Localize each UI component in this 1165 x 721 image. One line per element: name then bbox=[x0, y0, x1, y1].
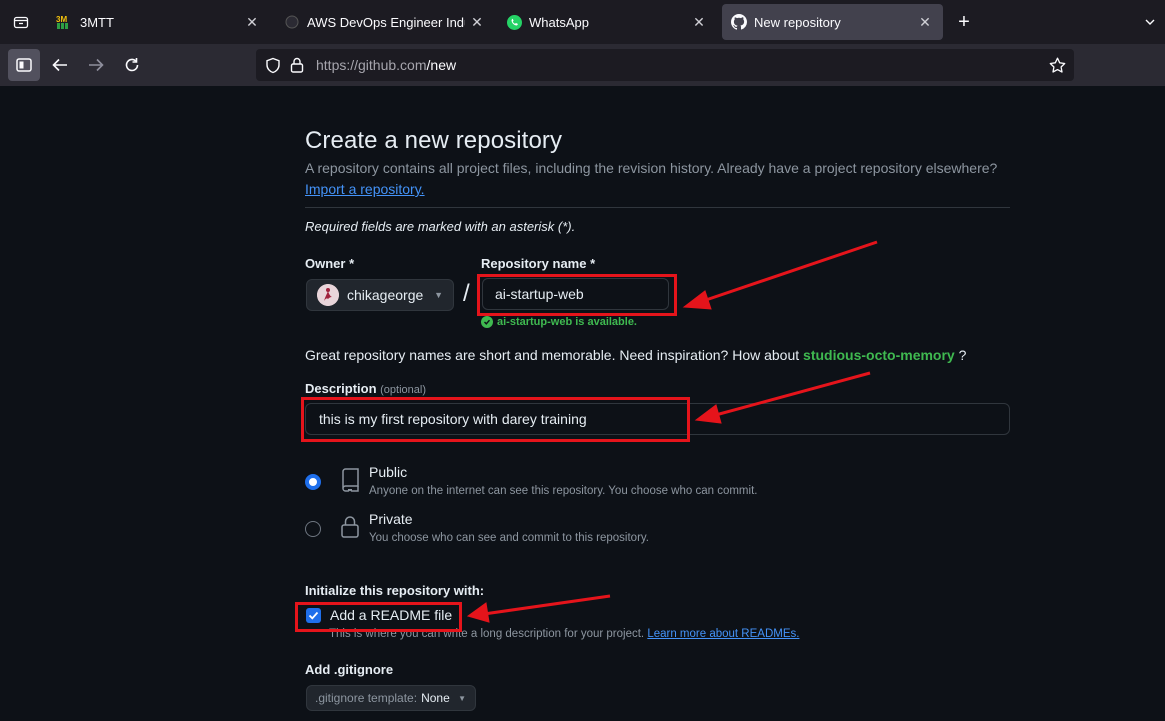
gitignore-prefix: .gitignore template: bbox=[315, 691, 418, 705]
forward-button[interactable] bbox=[80, 49, 112, 81]
3mtt-favicon-icon: 3M bbox=[56, 13, 74, 31]
divider bbox=[305, 207, 1010, 208]
availability-text: ai-startup-web is available. bbox=[497, 316, 637, 328]
visibility-private-option[interactable]: Private You choose who can see and commi… bbox=[305, 511, 649, 544]
private-radio[interactable] bbox=[305, 521, 321, 537]
navigation-toolbar: https://github.com/new bbox=[0, 44, 1165, 86]
import-repository-link[interactable]: Import a repository. bbox=[305, 181, 425, 197]
aws-favicon-icon bbox=[283, 13, 301, 31]
close-tab-icon[interactable]: ✕ bbox=[687, 10, 711, 34]
private-title: Private bbox=[369, 511, 413, 527]
close-tab-icon[interactable]: ✕ bbox=[465, 10, 489, 34]
description-label: Description (optional) bbox=[305, 381, 426, 396]
annotation-box-repo-name bbox=[477, 274, 677, 316]
bookmark-star-icon[interactable] bbox=[1046, 54, 1068, 76]
github-favicon-icon bbox=[730, 13, 748, 31]
close-tab-icon[interactable]: ✕ bbox=[913, 10, 937, 34]
owner-label: Owner * bbox=[305, 256, 355, 271]
learn-readmes-link[interactable]: Learn more about READMEs. bbox=[647, 628, 799, 640]
tab-label: 3MTT bbox=[80, 14, 114, 30]
gitignore-value: None bbox=[421, 691, 450, 705]
address-bar[interactable]: https://github.com/new bbox=[256, 49, 1074, 81]
whatsapp-favicon-icon bbox=[505, 13, 523, 31]
public-radio[interactable] bbox=[305, 474, 321, 490]
public-description: Anyone on the internet can see this repo… bbox=[369, 485, 758, 497]
page-title: Create a new repository bbox=[305, 127, 563, 154]
sidebar-toggle-button[interactable] bbox=[8, 49, 40, 81]
visibility-public-option[interactable]: Public Anyone on the internet can see th… bbox=[305, 464, 757, 497]
availability-status: ai-startup-web is available. bbox=[481, 316, 637, 328]
lock-icon bbox=[339, 515, 361, 541]
tab-bar: 3M 3MTT ✕ AWS DevOps Engineer Industria … bbox=[0, 0, 1165, 44]
tab-aws-devops[interactable]: AWS DevOps Engineer Industria ✕ bbox=[275, 4, 495, 40]
tab-label: AWS DevOps Engineer Industria bbox=[307, 14, 465, 30]
suggested-name-button[interactable]: studious-octo-memory bbox=[803, 347, 955, 363]
repository-name-label: Repository name * bbox=[481, 256, 596, 271]
url-text: https://github.com/new bbox=[316, 57, 457, 73]
all-tabs-icon[interactable] bbox=[0, 0, 42, 44]
svg-text:3M: 3M bbox=[56, 15, 67, 24]
owner-repo-separator: / bbox=[463, 280, 470, 307]
tab-label: WhatsApp bbox=[529, 14, 589, 30]
check-circle-icon bbox=[481, 316, 493, 328]
new-tab-button[interactable]: + bbox=[950, 10, 978, 34]
required-fields-note: Required fields are marked with an aster… bbox=[305, 219, 576, 234]
caret-down-icon: ▼ bbox=[434, 290, 443, 300]
gitignore-template-dropdown[interactable]: .gitignore template: None ▼ bbox=[306, 685, 476, 711]
avatar bbox=[317, 284, 339, 306]
back-button[interactable] bbox=[44, 49, 76, 81]
inspiration-text: Great repository names are short and mem… bbox=[305, 347, 800, 363]
optional-tag: (optional) bbox=[380, 384, 426, 396]
owner-value: chikageorge bbox=[347, 287, 424, 303]
tab-new-repository[interactable]: New repository ✕ bbox=[722, 4, 943, 40]
inspiration-end: ? bbox=[958, 347, 967, 363]
annotation-box-readme bbox=[295, 602, 462, 632]
name-inspiration: Great repository names are short and mem… bbox=[305, 347, 966, 363]
caret-down-icon: ▼ bbox=[458, 693, 466, 703]
repo-book-icon bbox=[339, 468, 361, 494]
shield-icon[interactable] bbox=[262, 54, 284, 76]
tab-3mtt[interactable]: 3M 3MTT ✕ bbox=[48, 4, 270, 40]
annotation-box-description bbox=[301, 397, 690, 442]
tab-whatsapp[interactable]: WhatsApp ✕ bbox=[497, 4, 717, 40]
owner-dropdown[interactable]: chikageorge ▼ bbox=[306, 279, 454, 311]
reload-button[interactable] bbox=[116, 49, 148, 81]
tab-label: New repository bbox=[754, 14, 841, 30]
public-title: Public bbox=[369, 464, 408, 480]
gitignore-label: Add .gitignore bbox=[305, 662, 394, 677]
close-tab-icon[interactable]: ✕ bbox=[240, 10, 264, 34]
private-description: You choose who can see and commit to thi… bbox=[369, 532, 649, 544]
chevron-down-icon[interactable] bbox=[1140, 10, 1160, 34]
lock-icon[interactable] bbox=[286, 54, 308, 76]
initialize-label: Initialize this repository with: bbox=[305, 583, 485, 598]
page-subtitle: A repository contains all project files,… bbox=[305, 160, 998, 176]
